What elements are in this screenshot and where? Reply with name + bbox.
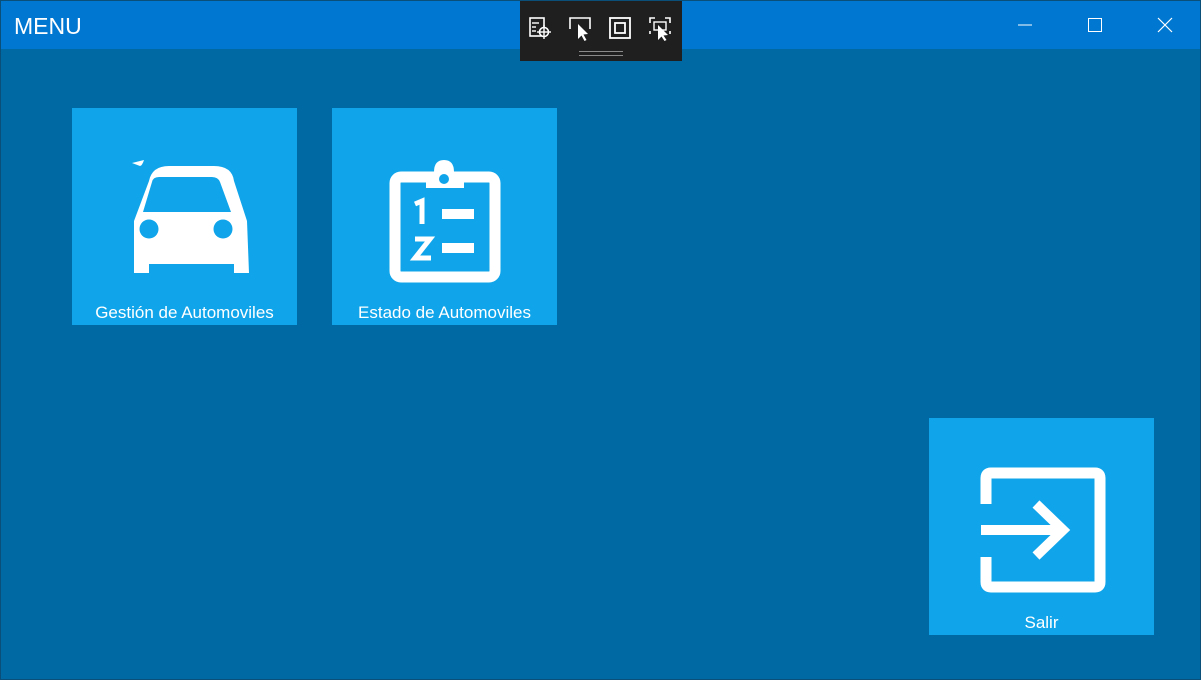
tile-label: Estado de Automoviles — [358, 303, 531, 322]
toolbar-grip[interactable] — [579, 51, 623, 56]
tile-gestion-automoviles[interactable]: Gestión de Automoviles — [72, 108, 297, 325]
minimize-icon — [1018, 24, 1032, 26]
tile-salir[interactable]: Salir — [929, 418, 1154, 635]
app-window: MENU Gestión de Automoviles Estado de Au… — [0, 0, 1201, 680]
pointer-select-button[interactable] — [565, 13, 595, 43]
tile-label: Salir — [1024, 613, 1059, 632]
pointer-select-icon — [569, 17, 591, 41]
window-title: MENU — [14, 13, 82, 39]
tile-label: Gestión de Automoviles — [95, 303, 274, 322]
track-focus-icon — [649, 17, 671, 41]
car-icon — [132, 160, 249, 273]
close-icon — [1157, 17, 1173, 33]
track-focus-button[interactable] — [645, 13, 675, 43]
display-layout-button[interactable] — [605, 13, 635, 43]
minimize-button[interactable] — [991, 1, 1059, 49]
close-button[interactable] — [1131, 1, 1199, 49]
xaml-debug-toolbar — [520, 1, 682, 61]
display-layout-icon — [609, 17, 631, 39]
sign-in-arrow-icon — [980, 467, 1106, 593]
select-element-button[interactable] — [525, 13, 555, 43]
maximize-icon — [1088, 18, 1102, 32]
maximize-button[interactable] — [1061, 1, 1129, 49]
tile-estado-automoviles[interactable]: Estado de Automoviles — [332, 108, 557, 325]
select-element-icon — [529, 17, 551, 39]
clipboard-list-icon — [389, 160, 501, 283]
